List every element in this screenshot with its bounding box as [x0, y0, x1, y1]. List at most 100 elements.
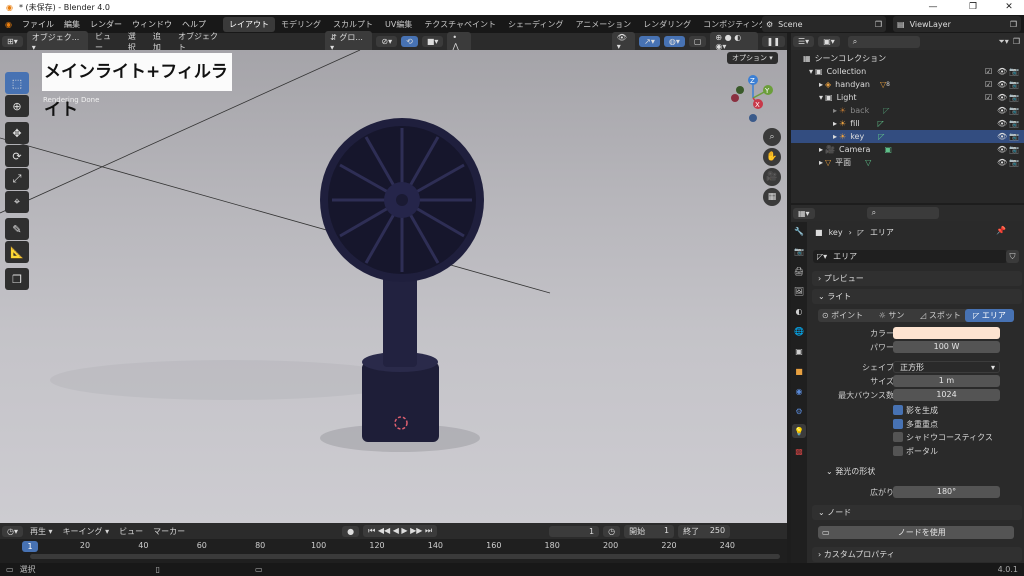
add-cube-tool-icon[interactable]: ❒: [5, 268, 29, 290]
panel-nodes[interactable]: ⌄ ノード: [812, 505, 1022, 520]
shape-dropdown[interactable]: 正方形 ▾: [893, 361, 1000, 373]
constraints-tab-icon[interactable]: ⚙: [792, 404, 806, 418]
render-camera-icon[interactable]: 📷: [1009, 158, 1019, 167]
3d-viewport[interactable]: [0, 50, 787, 523]
light-color-swatch[interactable]: [893, 327, 1000, 339]
options-button[interactable]: オプション ▾: [727, 52, 778, 64]
eye-icon[interactable]: 👁: [997, 132, 1007, 141]
expand-icon[interactable]: ▾: [819, 93, 823, 102]
object-tab-icon[interactable]: ■: [792, 364, 806, 378]
spread-field[interactable]: 180°: [893, 486, 1000, 498]
clock-icon[interactable]: ◷: [603, 525, 621, 537]
sidebar-toggle-icon[interactable]: ❚❚: [761, 36, 786, 47]
panel-custom-properties[interactable]: › カスタムプロパティ: [812, 547, 1022, 562]
physics-tab-icon[interactable]: ◉: [792, 384, 806, 398]
light-data-tab-icon[interactable]: 💡: [792, 424, 806, 438]
shading-modes[interactable]: ⊕ ● ◐ ◉▾: [710, 31, 758, 52]
start-frame-field[interactable]: 開始 1: [624, 524, 675, 538]
timeline-area[interactable]: 1 20 40 60 80 100 120 140 160 180 200 220 240: [0, 539, 787, 563]
snap-toggle-icon[interactable]: ⟲: [401, 36, 418, 47]
timeline-scrollbar[interactable]: [30, 554, 780, 559]
outliner-camera[interactable]: ▸ 🎥 Camera ▣: [791, 143, 1024, 156]
light-type-spot[interactable]: ◿ スポット: [916, 309, 965, 322]
tab-modeling[interactable]: モデリング: [275, 17, 327, 32]
move-tool-icon[interactable]: ✥: [5, 122, 29, 144]
output-tab-icon[interactable]: 🖨: [792, 264, 806, 278]
render-camera-icon[interactable]: 📷: [1009, 67, 1019, 76]
render-camera-icon[interactable]: 📷: [1009, 106, 1019, 115]
marker-menu[interactable]: マーカー: [148, 526, 190, 537]
portal-checkbox[interactable]: [893, 446, 903, 456]
expand-icon[interactable]: ▾: [809, 67, 813, 76]
eye-icon[interactable]: 👁: [997, 158, 1007, 167]
current-frame-marker[interactable]: 1: [22, 541, 38, 552]
blender-menu-icon[interactable]: ◉: [0, 20, 17, 29]
panel-light[interactable]: ⌄ ライト: [812, 289, 1022, 304]
menu-window[interactable]: ウィンドウ: [127, 19, 177, 30]
world-tab-icon[interactable]: 🌐: [792, 324, 806, 338]
light-type-point[interactable]: ⊙ ポイント: [818, 309, 867, 322]
navigation-gizmo[interactable]: Z Y X: [728, 70, 778, 130]
bounces-field[interactable]: 1024: [893, 389, 1000, 401]
exclude-checkbox[interactable]: ☑: [985, 80, 994, 89]
tab-rendering[interactable]: レンダリング: [637, 17, 697, 32]
menu-edit[interactable]: 編集: [59, 19, 85, 30]
tab-layout[interactable]: レイアウト: [222, 16, 275, 32]
panel-emission-shape[interactable]: ⌄ 発光の形状: [820, 464, 1020, 479]
keying-menu[interactable]: キーイング ▾: [58, 526, 115, 537]
scene-tab-icon[interactable]: ◐: [792, 304, 806, 318]
annotate-tool-icon[interactable]: ✎: [5, 218, 29, 240]
camera-view-icon[interactable]: 🎥: [763, 168, 781, 186]
tab-animation[interactable]: アニメーション: [569, 17, 637, 32]
collection-tab-icon[interactable]: ▣: [792, 344, 806, 358]
xray-toggle-icon[interactable]: ▢: [688, 36, 707, 47]
panel-preview[interactable]: › プレビュー: [812, 271, 1022, 286]
visibility-dropdown[interactable]: 👁▾: [611, 31, 636, 52]
size-field[interactable]: 1 m: [893, 375, 1000, 387]
viewlayer-selector[interactable]: ▤ ViewLayer ❐: [893, 16, 1021, 32]
select-box-tool-icon[interactable]: ⬚: [5, 72, 29, 94]
eye-icon[interactable]: 👁: [997, 93, 1007, 102]
outliner-scene-collection[interactable]: ▦ シーンコレクション: [791, 52, 1024, 65]
outliner-search-input[interactable]: ⌕: [847, 35, 920, 48]
eye-icon[interactable]: 👁: [997, 145, 1007, 154]
view-layer-tab-icon[interactable]: 🖼: [792, 284, 806, 298]
rotate-tool-icon[interactable]: ⟳: [5, 145, 29, 167]
expand-icon[interactable]: ▸: [819, 158, 823, 167]
render-camera-icon[interactable]: 📷: [1009, 93, 1019, 102]
transform-tool-icon[interactable]: ⌖: [5, 191, 29, 213]
shadow-caustics-checkbox[interactable]: [893, 432, 903, 442]
expand-icon[interactable]: ▸: [819, 145, 823, 154]
eye-icon[interactable]: 👁: [997, 106, 1007, 115]
use-nodes-button[interactable]: ▭ ノードを使用: [818, 526, 1014, 539]
light-type-sun[interactable]: ☼ サン: [867, 309, 916, 322]
new-viewlayer-icon[interactable]: ❐: [1010, 20, 1017, 29]
expand-icon[interactable]: ▸: [833, 119, 837, 128]
eye-icon[interactable]: 👁: [997, 67, 1007, 76]
playback-controls[interactable]: ⏮ ◀◀ ◀ ▶ ▶▶ ⏭: [363, 525, 438, 537]
scene-selector[interactable]: ⚙ Scene ❐: [762, 16, 886, 32]
fake-user-shield-icon[interactable]: ⛉: [1006, 250, 1019, 263]
render-camera-icon[interactable]: 📷: [1009, 145, 1019, 154]
grid-view-icon[interactable]: ▦: [763, 188, 781, 206]
exclude-checkbox[interactable]: ☑: [985, 93, 994, 102]
scale-tool-icon[interactable]: ⤢: [5, 168, 29, 190]
timeline-view-menu[interactable]: ビュー: [114, 526, 148, 537]
current-frame-field[interactable]: 1: [549, 525, 600, 537]
menu-file[interactable]: ファイル: [17, 19, 59, 30]
record-toggle-icon[interactable]: ●: [342, 525, 360, 537]
outliner-editor-type-dropdown[interactable]: ☰▾: [793, 36, 815, 47]
texture-tab-icon[interactable]: ▩: [792, 444, 806, 458]
cursor-tool-icon[interactable]: ⊕: [5, 95, 29, 117]
cast-shadow-checkbox[interactable]: [893, 405, 903, 415]
measure-tool-icon[interactable]: 📐: [5, 241, 29, 263]
outliner-plane[interactable]: ▸ ▽ 平面 ▽: [791, 156, 1024, 169]
tool-tab-icon[interactable]: 🔧: [792, 224, 806, 238]
new-scene-icon[interactable]: ❐: [875, 20, 882, 29]
render-camera-icon[interactable]: 📷: [1009, 119, 1019, 128]
timeline-editor-type-dropdown[interactable]: ◷▾: [2, 525, 23, 537]
snap-target-dropdown[interactable]: ■▾: [421, 36, 444, 47]
pivot-dropdown[interactable]: ⊘▾: [376, 36, 398, 47]
tab-texture-paint[interactable]: テクスチャペイント: [418, 17, 502, 32]
multiple-importance-checkbox[interactable]: [893, 419, 903, 429]
